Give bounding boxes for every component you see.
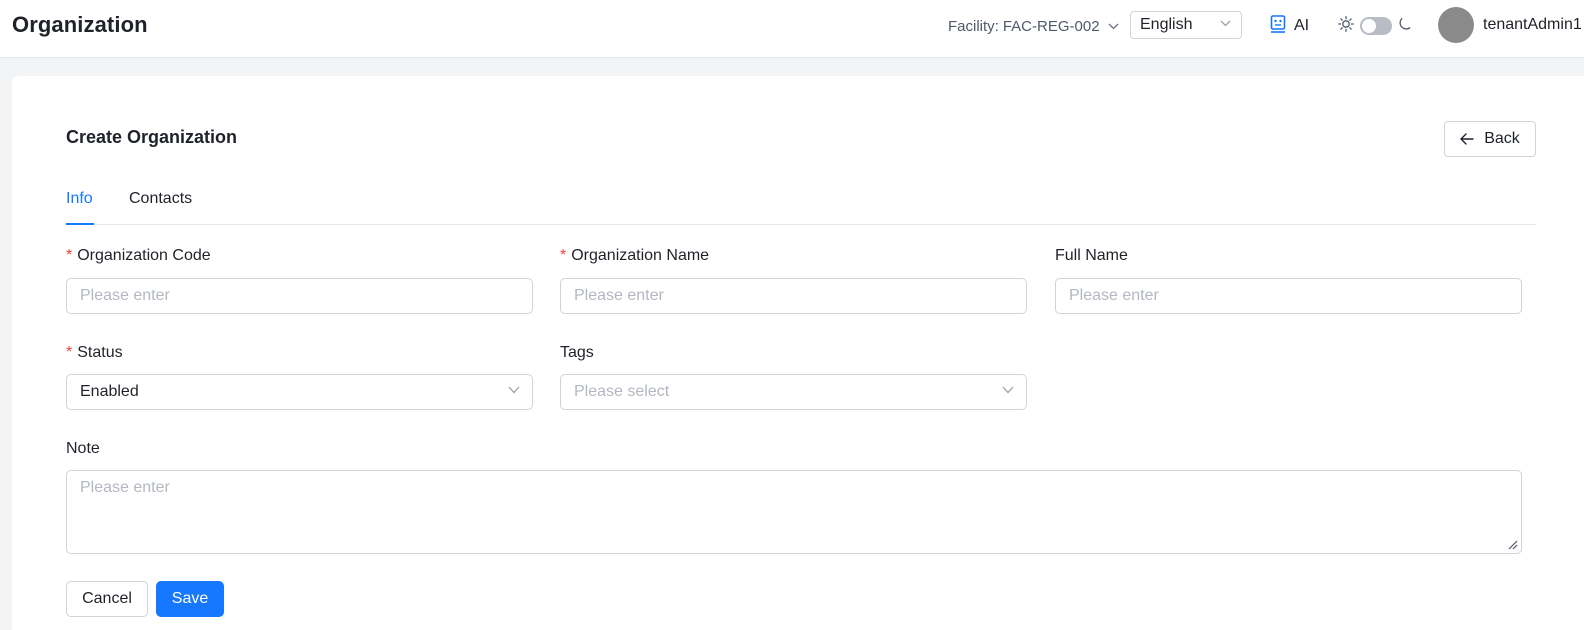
tab-info[interactable]: Info [66,190,93,208]
theme-switch-group [1338,14,1413,38]
status-label-text: Status [77,344,123,361]
chevron-down-icon [1002,386,1014,394]
org-name-label: * Organization Name [560,247,709,265]
theme-toggle[interactable] [1360,17,1392,35]
note-label: Note [66,440,100,457]
tags-label: Tags [560,344,594,361]
username[interactable]: tenantAdmin1 [1483,16,1582,34]
org-code-label: * Organization Code [66,247,211,265]
facility-label: Facility: [948,17,999,35]
back-button[interactable]: Back [1444,121,1536,157]
note-textarea[interactable] [66,470,1522,554]
full-name-input[interactable] [1055,278,1522,314]
status-label: * Status [66,344,123,362]
facility-selector[interactable]: Facility: FAC-REG-002 [948,16,1119,36]
chevron-down-icon [1220,20,1231,27]
tab-bar: Info Contacts [66,182,1536,225]
card-title: Create Organization [66,127,238,147]
tags-placeholder: Please select [574,383,670,400]
required-mark: * [560,247,567,264]
facility-value: FAC-REG-002 [1002,17,1100,35]
language-value: English [1140,16,1193,33]
chevron-down-icon [1108,23,1119,30]
top-header: Organization Facility: FAC-REG-002 Engli… [0,0,1584,58]
required-mark: * [66,344,73,361]
arrow-left-icon [1460,133,1474,145]
moon-icon [1398,16,1413,36]
save-button[interactable]: Save [156,581,224,617]
status-value: Enabled [80,383,139,400]
required-mark: * [66,247,73,264]
robot-icon [1270,14,1286,38]
sun-icon [1338,15,1354,37]
language-select[interactable]: English [1130,11,1242,39]
org-code-label-text: Organization Code [77,247,211,264]
ai-label: AI [1294,17,1310,34]
org-code-input[interactable] [66,278,533,314]
ai-assistant-button[interactable]: AI [1270,14,1309,38]
resize-handle-icon[interactable] [1508,540,1518,550]
cancel-button[interactable]: Cancel [66,581,148,617]
org-name-input[interactable] [560,278,1027,314]
toggle-knob [1362,19,1376,33]
tab-contacts[interactable]: Contacts [129,190,192,208]
full-name-label: Full Name [1055,247,1128,264]
page-title: Organization [12,12,148,37]
chevron-down-icon [508,386,520,394]
tags-select[interactable]: Please select [560,374,1027,410]
avatar[interactable] [1438,7,1474,43]
org-name-label-text: Organization Name [571,247,710,264]
active-tab-indicator [66,223,94,225]
status-select[interactable]: Enabled [66,374,533,410]
create-organization-card: Create Organization Back Info Contacts *… [12,76,1584,630]
back-label: Back [1484,130,1520,147]
